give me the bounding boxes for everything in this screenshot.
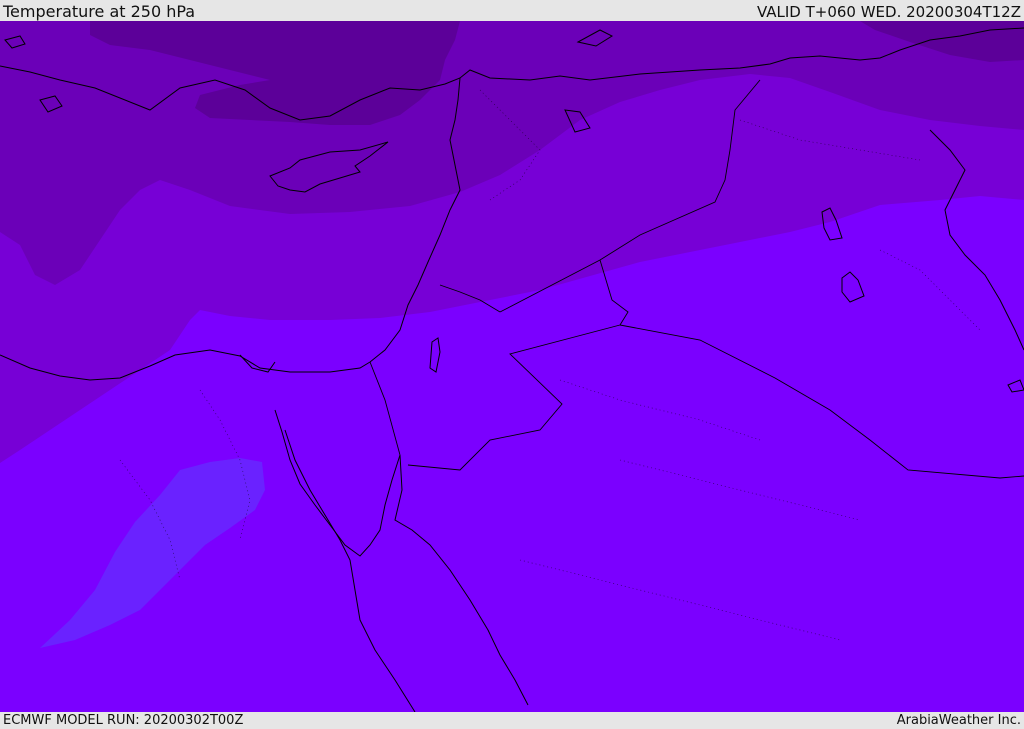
valid-time: VALID T+060 WED. 20200304T12Z bbox=[756, 3, 1021, 21]
footer-bar: ECMWF MODEL RUN: 20200302T00Z ArabiaWeat… bbox=[0, 712, 1024, 729]
map-title: Temperature at 250 hPa bbox=[3, 2, 196, 21]
map-canvas bbox=[0, 21, 1024, 712]
model-run-label: ECMWF MODEL RUN: 20200302T00Z bbox=[3, 713, 244, 728]
credit-label: ArabiaWeather Inc. bbox=[896, 713, 1021, 728]
header-bar: Temperature at 250 hPa VALID T+060 WED. … bbox=[0, 0, 1024, 21]
temperature-map[interactable] bbox=[0, 21, 1024, 712]
